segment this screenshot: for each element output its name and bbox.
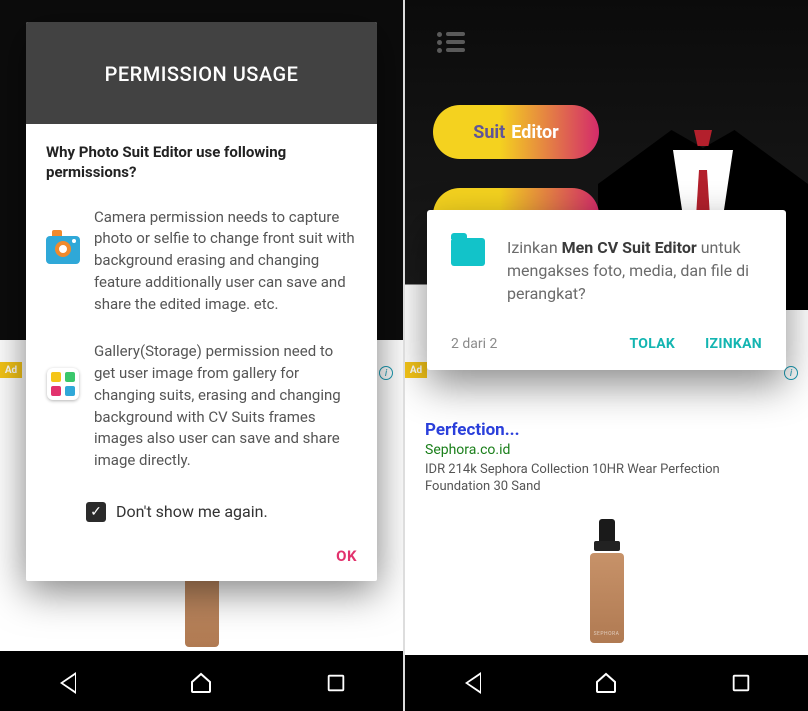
storage-permission-dialog: Izinkan Men CV Suit Editor untuk mengaks… xyxy=(427,210,786,370)
dialog-question: Why Photo Suit Editor use following perm… xyxy=(46,142,357,183)
back-button[interactable] xyxy=(54,670,80,696)
dialog-title: PERMISSION USAGE xyxy=(26,22,377,124)
home-button[interactable] xyxy=(593,670,619,696)
camera-icon xyxy=(46,233,80,267)
ad-badge: Ad xyxy=(0,362,22,378)
ad-description: IDR 214k Sephora Collection 10HR Wear Pe… xyxy=(425,462,788,496)
gallery-permission-row: Gallery(Storage) permission need to get … xyxy=(46,341,357,472)
suit-editor-button[interactable]: Suit Editor xyxy=(433,105,599,159)
camera-permission-text: Camera permission needs to capture photo… xyxy=(94,207,357,316)
android-navbar xyxy=(405,655,808,711)
gallery-icon xyxy=(46,367,80,401)
home-button[interactable] xyxy=(188,670,214,696)
dont-show-row: ✓ Don't show me again. xyxy=(46,498,357,532)
suit-editor-label-1: Suit xyxy=(473,122,505,143)
camera-permission-row: Camera permission needs to capture photo… xyxy=(46,207,357,316)
folder-icon xyxy=(451,238,485,266)
menu-icon[interactable] xyxy=(437,32,465,52)
ad-badge: Ad xyxy=(405,362,427,378)
suit-editor-label-2: Editor xyxy=(511,122,558,143)
ok-button[interactable]: OK xyxy=(336,547,357,565)
permission-request-text: Izinkan Men CV Suit Editor untuk mengaks… xyxy=(507,236,762,306)
right-screenshot: Suit Editor Ad i Perfection... Sephora.c… xyxy=(404,0,808,711)
ad-product-image[interactable]: SEPHORA xyxy=(590,519,624,643)
back-button[interactable] xyxy=(459,670,485,696)
left-screenshot: Ad i PERMISSION USAGE Why Photo Suit Edi… xyxy=(0,0,404,711)
dont-show-label: Don't show me again. xyxy=(116,502,268,521)
permission-usage-dialog: PERMISSION USAGE Why Photo Suit Editor u… xyxy=(26,22,377,581)
gallery-permission-text: Gallery(Storage) permission need to get … xyxy=(94,341,357,472)
permission-count: 2 dari 2 xyxy=(451,336,497,352)
ad-title[interactable]: Perfection... xyxy=(425,420,788,440)
info-icon[interactable]: i xyxy=(784,366,798,380)
recent-button[interactable] xyxy=(728,670,754,696)
ad-strip-right: Ad i Perfection... Sephora.co.id IDR 214… xyxy=(405,362,808,651)
ad-domain: Sephora.co.id xyxy=(425,442,788,458)
info-icon[interactable]: i xyxy=(379,366,393,380)
allow-button[interactable]: IZINKAN xyxy=(705,336,762,352)
deny-button[interactable]: TOLAK xyxy=(629,336,675,352)
dont-show-checkbox[interactable]: ✓ xyxy=(86,502,106,522)
android-navbar xyxy=(0,655,403,711)
recent-button[interactable] xyxy=(323,670,349,696)
